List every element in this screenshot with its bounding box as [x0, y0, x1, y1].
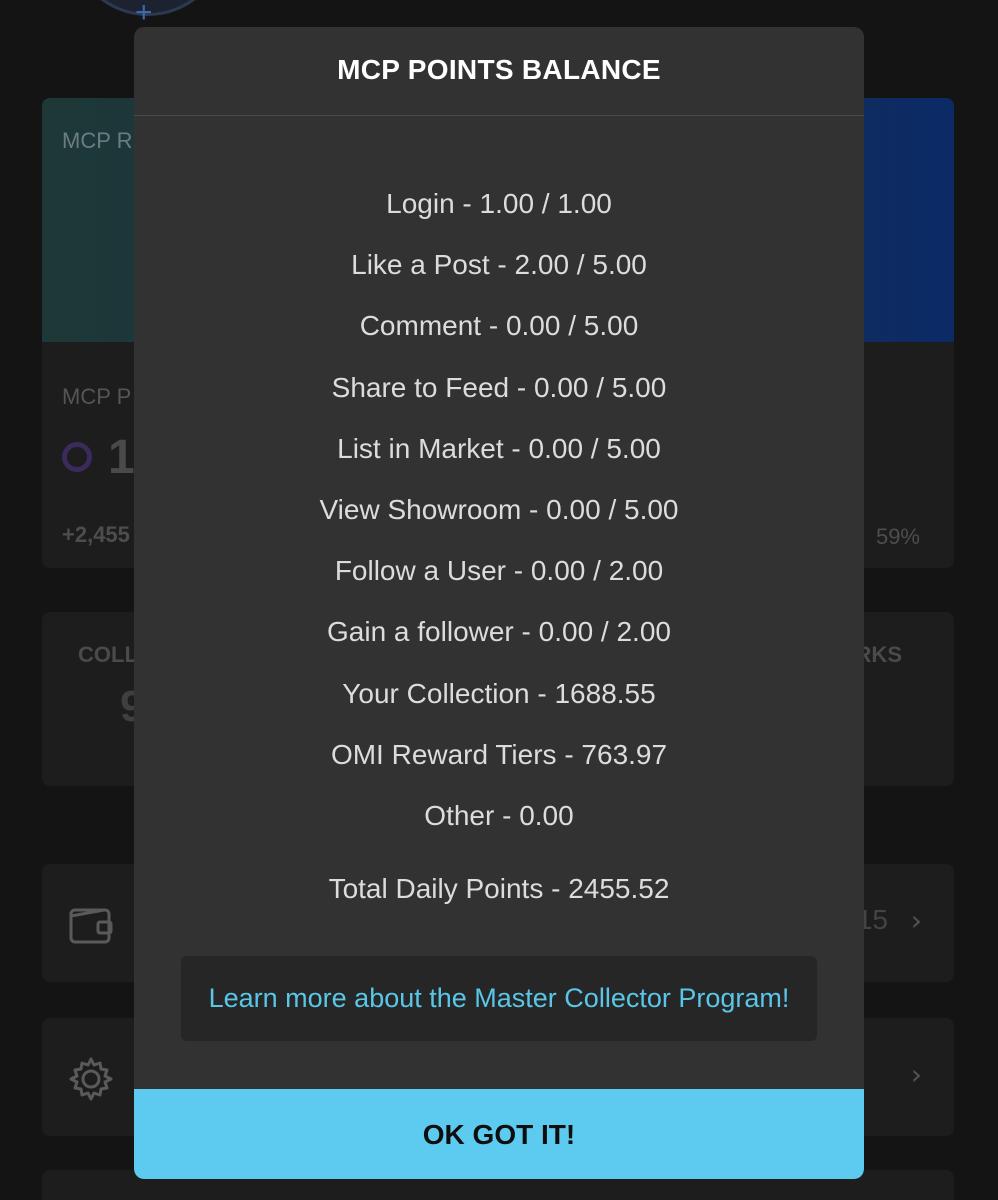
- chevron-right-icon: ›: [910, 904, 922, 937]
- ok-got-it-button[interactable]: OK GOT IT!: [134, 1089, 864, 1179]
- points-label: MCP P: [62, 384, 132, 409]
- points-ring-icon: [62, 442, 92, 472]
- list-item-other: Other - 0.00: [424, 799, 574, 831]
- gear-icon: [69, 1057, 113, 1101]
- mcp-points-balance-dialog: MCP POINTS BALANCE Login - 1.00 / 1.00 L…: [134, 27, 864, 1179]
- rank-card-title: MCP R: [62, 128, 133, 153]
- points-value: 1: [108, 431, 135, 484]
- list-item-login: Login - 1.00 / 1.00: [386, 188, 612, 219]
- list-item-list-market: List in Market - 0.00 / 5.00: [337, 432, 661, 464]
- points-percent: 59%: [875, 524, 920, 549]
- list-item-comment: Comment - 0.00 / 5.00: [359, 310, 639, 342]
- list-item-gain-follower: Gain a follower - 0.00 / 2.00: [327, 616, 671, 648]
- app-screen: + MCP R MCP P 1 +2,455 59% COLL 9 RKS 15…: [0, 0, 998, 1200]
- chevron-right-icon: ›: [910, 1058, 922, 1091]
- list-item-view-showroom: View Showroom - 0.00 / 5.00: [319, 493, 679, 525]
- list-item-your-collection: Your Collection - 1688.55: [342, 677, 656, 709]
- list-item-omi-reward-tiers: OMI Reward Tiers - 763.97: [330, 738, 668, 770]
- points-delta: +2,455: [62, 522, 130, 547]
- list-item-follow-user: Follow a User - 0.00 / 2.00: [334, 555, 664, 587]
- stats-left-label: COLL: [78, 642, 138, 667]
- learn-more-link[interactable]: Learn more about the Master Collector Pr…: [181, 956, 817, 1041]
- add-photo-icon: +: [135, 0, 153, 29]
- points-breakdown-list: Login - 1.00 / 1.00 Like a Post - 2.00 /…: [134, 173, 864, 846]
- dialog-title: MCP POINTS BALANCE: [134, 27, 864, 116]
- total-daily-points: Total Daily Points - 2455.52: [328, 873, 670, 904]
- list-item-share-feed: Share to Feed - 0.00 / 5.00: [331, 371, 667, 403]
- wallet-icon: [69, 908, 113, 944]
- list-item-like-post: Like a Post - 2.00 / 5.00: [351, 249, 647, 281]
